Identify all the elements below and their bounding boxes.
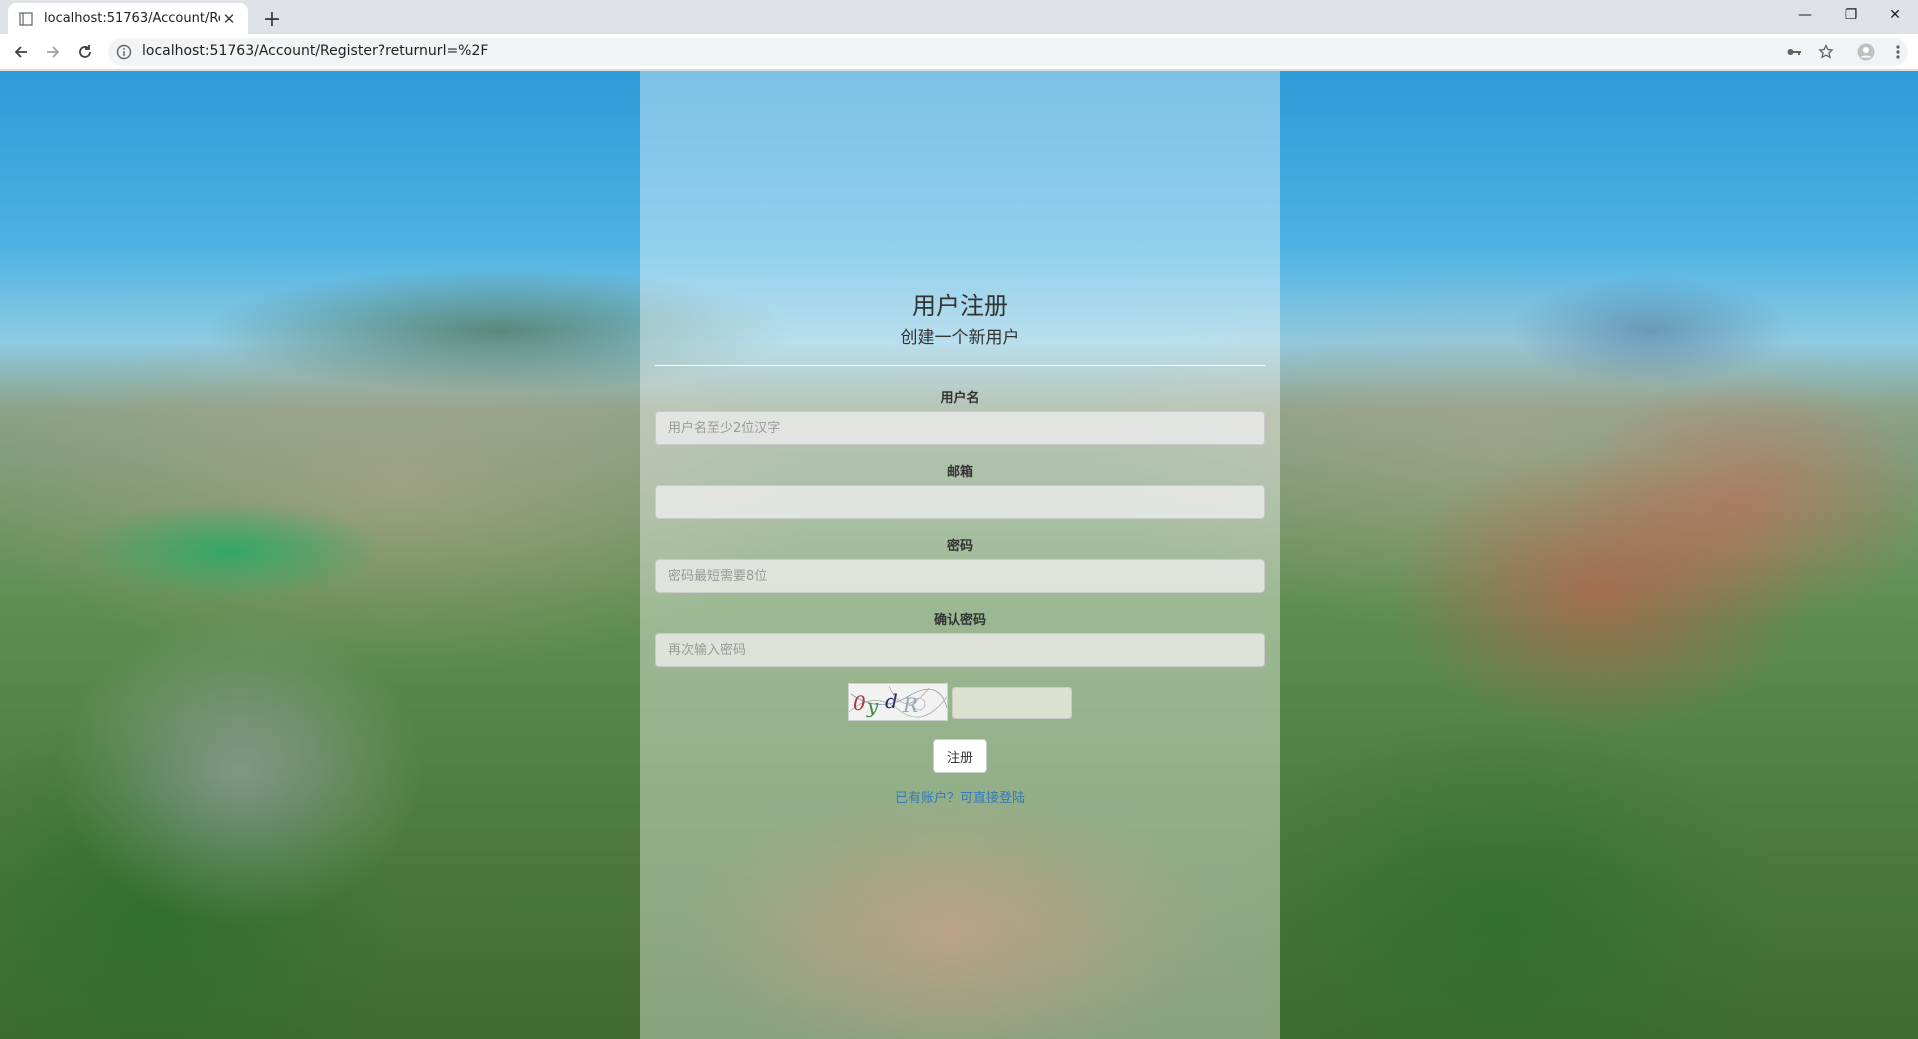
email-input[interactable]: [655, 485, 1265, 519]
tab-title: localhost:51763/Account/Regi: [44, 11, 220, 26]
page-favicon-icon: [18, 11, 34, 27]
email-label: 邮箱: [946, 465, 973, 480]
confirm-password-input[interactable]: [655, 633, 1265, 667]
username-input[interactable]: [655, 411, 1265, 445]
star-icon[interactable]: [1812, 37, 1840, 67]
forward-arrow-icon: [47, 46, 60, 58]
password-input[interactable]: [655, 559, 1265, 593]
captcha-char-2: y: [866, 694, 879, 718]
page-title: 用户注册: [912, 292, 1008, 320]
captcha-char-1: 0: [853, 691, 866, 715]
username-label: 用户名: [940, 391, 980, 406]
confirm-password-label: 确认密码: [933, 613, 986, 628]
password-label: 密码: [946, 539, 973, 554]
url-text[interactable]: localhost:51763/Account/Register?returnu…: [142, 43, 488, 59]
captcha-char-4: R: [902, 693, 918, 717]
login-link[interactable]: 已有账户？可直接登陆: [640, 787, 1280, 806]
minimize-button[interactable]: —: [1782, 0, 1828, 30]
captcha-input[interactable]: [952, 687, 1072, 719]
address-bar[interactable]: localhost:51763/Account/Register?returnu…: [108, 38, 1908, 66]
captcha-char-3: d: [885, 689, 898, 713]
captcha-image[interactable]: 0 y d R: [848, 683, 948, 721]
register-button[interactable]: 注册: [933, 739, 987, 773]
page-background: 用户注册 创建一个新用户 用户名 邮箱 密码 确认密码 0 y d R 注册 已…: [0, 71, 1918, 1039]
forward-button[interactable]: [38, 37, 68, 67]
reload-icon: [79, 45, 91, 58]
register-panel: 用户注册 创建一个新用户 用户名 邮箱 密码 确认密码 0 y d R 注册 已…: [640, 71, 1280, 1039]
tab-strip: localhost:51763/Account/Regi ✕ + — ❐ ✕: [0, 0, 1918, 34]
reload-button[interactable]: [70, 37, 100, 67]
menu-dots-icon[interactable]: [1884, 37, 1912, 67]
browser-tab[interactable]: localhost:51763/Account/Regi ✕: [8, 3, 248, 34]
back-button[interactable]: [6, 37, 36, 67]
tab-close-icon[interactable]: ✕: [220, 10, 238, 28]
back-arrow-icon: [14, 46, 27, 58]
title-divider: [655, 365, 1265, 366]
browser-toolbar: localhost:51763/Account/Register?returnu…: [0, 34, 1918, 70]
profile-icon[interactable]: [1852, 37, 1880, 67]
new-tab-button[interactable]: +: [258, 5, 286, 33]
window-close-button[interactable]: ✕: [1872, 0, 1918, 30]
restore-button[interactable]: ❐: [1828, 0, 1874, 30]
page-subtitle: 创建一个新用户: [900, 328, 1020, 348]
info-icon[interactable]: [116, 44, 132, 60]
key-icon[interactable]: [1780, 37, 1808, 67]
